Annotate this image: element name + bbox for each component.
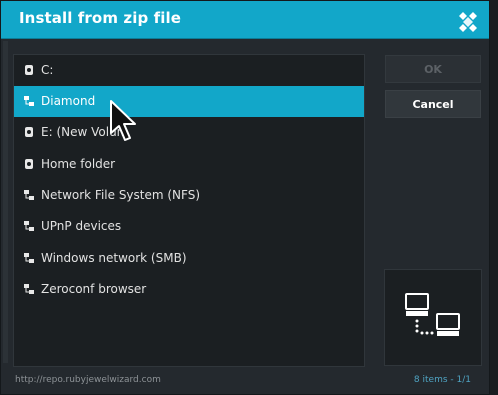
hard-drive-icon xyxy=(25,127,33,137)
network-share-icon xyxy=(24,221,34,231)
hard-drive-icon xyxy=(25,65,33,75)
list-item[interactable]: E: (New Volum xyxy=(14,117,364,148)
item-count: 8 items - 1/1 xyxy=(414,375,471,385)
install-from-zip-dialog: Install from zip file C: Diamond E: (New… xyxy=(0,0,490,395)
network-computers-icon xyxy=(405,293,460,336)
network-share-icon xyxy=(24,190,34,200)
network-share-icon xyxy=(24,284,34,294)
mouse-pointer-icon xyxy=(110,100,136,141)
list-item-label: Network File System (NFS) xyxy=(41,188,201,202)
list-item[interactable]: Zeroconf browser xyxy=(14,274,364,305)
scrollbar-track[interactable] xyxy=(3,41,8,363)
dialog-titlebar: Install from zip file xyxy=(1,1,489,39)
dialog-title: Install from zip file xyxy=(19,9,181,27)
list-item[interactable]: Windows network (SMB) xyxy=(14,243,364,274)
list-item-label: C: xyxy=(41,63,54,77)
page-indicator: 1/1 xyxy=(456,375,471,385)
source-preview xyxy=(384,269,482,366)
list-item[interactable]: Diamond xyxy=(14,86,364,117)
list-item-label: UPnP devices xyxy=(41,219,122,233)
source-list: C: Diamond E: (New Volum Home folder Net… xyxy=(13,54,365,367)
list-item-label: Diamond xyxy=(41,94,96,108)
hard-drive-icon xyxy=(25,159,33,169)
ok-button[interactable]: OK xyxy=(385,55,481,83)
list-item-label: Zeroconf browser xyxy=(41,282,147,296)
list-item[interactable]: Network File System (NFS) xyxy=(14,180,364,211)
list-item-label: Home folder xyxy=(41,157,116,171)
kodi-logo-icon xyxy=(459,12,477,32)
list-item-label: Windows network (SMB) xyxy=(41,251,187,265)
network-share-icon xyxy=(24,253,34,263)
list-item[interactable]: Home folder xyxy=(14,149,364,180)
list-item[interactable]: UPnP devices xyxy=(14,211,364,242)
item-count-text: 8 items - xyxy=(413,375,457,385)
list-item[interactable]: C: xyxy=(14,55,364,86)
network-share-icon xyxy=(24,96,34,106)
current-path: http://repo.rubyjewelwizard.com xyxy=(15,375,161,385)
cancel-button[interactable]: Cancel xyxy=(385,90,481,118)
